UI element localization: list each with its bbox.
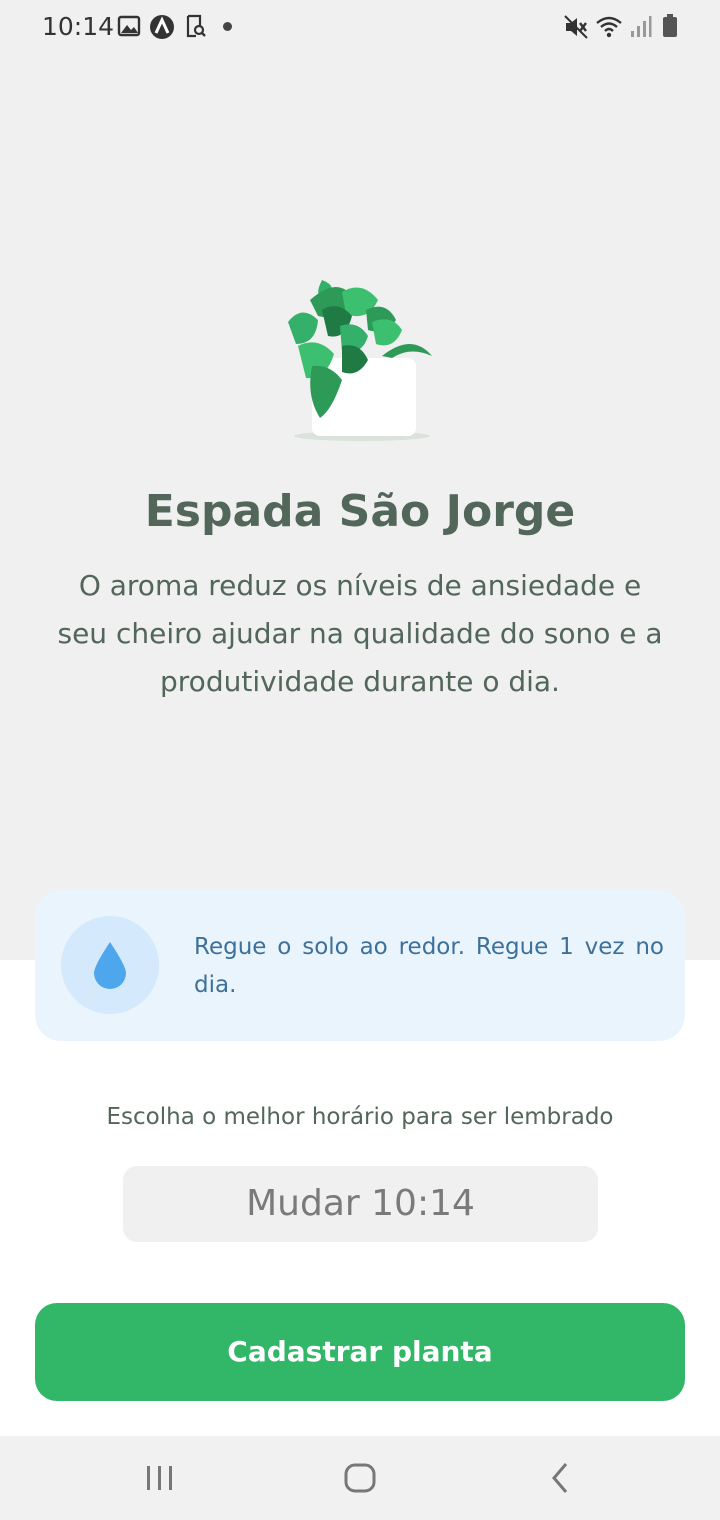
reminder-time-label: Escolha o melhor horário para ser lembra… (106, 1104, 614, 1130)
plant-name: Espada São Jorge (144, 486, 576, 537)
mute-icon (563, 14, 588, 39)
home-icon (344, 1463, 376, 1493)
water-drop-icon (61, 916, 159, 1014)
plant-info-section (0, 0, 720, 960)
register-plant-button[interactable]: Cadastrar planta (35, 1303, 685, 1401)
home-button[interactable] (300, 1436, 420, 1520)
status-bar: 10:14 (0, 0, 720, 56)
plant-illustration (282, 270, 438, 445)
back-button[interactable] (500, 1436, 620, 1520)
app-logo-icon (149, 14, 174, 39)
signal-icon (630, 14, 654, 38)
battery-icon (662, 14, 686, 38)
search-doc-icon (184, 14, 208, 38)
status-time: 10:14 (42, 12, 115, 41)
system-nav-bar (0, 1436, 720, 1520)
water-tip-card: Regue o solo ao redor. Regue 1 vez no di… (35, 890, 685, 1041)
change-time-button[interactable]: Mudar 10:14 (123, 1166, 598, 1242)
recent-apps-icon (147, 1466, 172, 1490)
wifi-icon (595, 14, 622, 38)
back-icon (552, 1463, 568, 1493)
water-tip-text: Regue o solo ao redor. Regue 1 vez no di… (194, 934, 664, 998)
notification-dot (223, 22, 232, 31)
image-icon (117, 14, 141, 38)
recent-apps-button[interactable] (100, 1436, 220, 1520)
plant-description: O aroma reduz os níveis de ansiedade e s… (57, 569, 663, 698)
